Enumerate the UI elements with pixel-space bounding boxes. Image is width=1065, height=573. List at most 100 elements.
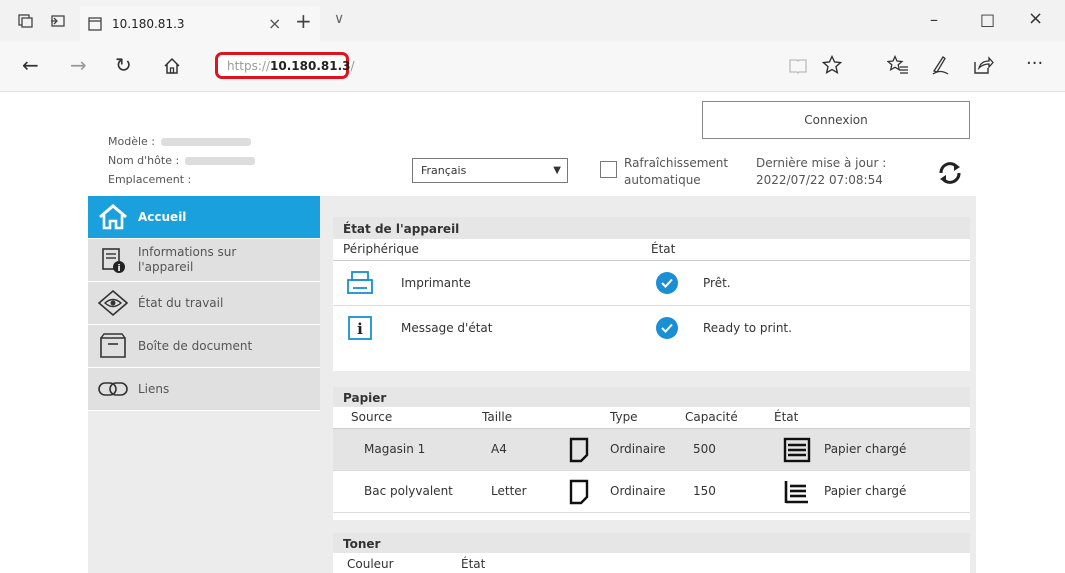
device-row-message: i Message d'état Ready to print. — [333, 306, 970, 351]
login-button[interactable]: Connexion — [702, 101, 970, 139]
hostname-value-redacted — [185, 157, 256, 165]
home-icon — [99, 204, 127, 230]
col-size: Taille — [482, 410, 513, 424]
sidebar-item-device-info[interactable]: i Informations sur l'appareil — [88, 239, 320, 282]
close-window-icon[interactable]: × — [1028, 8, 1043, 29]
paper-size: A4 — [491, 442, 507, 456]
auto-refresh-label-line1: Rafraîchissement — [624, 156, 729, 170]
browser-titlebar: 10.180.81.3 × + ∨ – □ × — [0, 0, 1065, 42]
device-status-header: Périphérique État — [333, 239, 970, 261]
reading-view-icon[interactable] — [788, 56, 808, 76]
info-icon: i — [348, 316, 372, 340]
paper-row-tray1: Magasin 1 A4 Ordinaire 500 Papier chargé — [333, 429, 970, 471]
job-status-eye-icon — [97, 289, 129, 317]
device-status-section: État de l'appareil Périphérique État Imp… — [333, 217, 970, 371]
paper-source: Magasin 1 — [364, 442, 426, 456]
device-status: Ready to print. — [703, 321, 792, 335]
language-value: Français — [421, 164, 467, 177]
home-icon[interactable] — [162, 56, 182, 76]
reload-icon[interactable]: ↻ — [115, 53, 132, 77]
printer-icon — [347, 271, 373, 294]
device-info-icon: i — [102, 248, 125, 274]
url-host: 10.180.81.3 — [270, 59, 351, 73]
document-box-icon — [100, 333, 126, 358]
device-name: Message d'état — [401, 321, 493, 335]
ok-check-icon — [656, 272, 678, 294]
sidebar-item-label: État du travail — [138, 295, 224, 310]
language-select[interactable]: Français ▼ — [412, 158, 568, 183]
paper-level-full-icon — [784, 481, 808, 504]
page-icon — [88, 17, 102, 31]
device-row-printer: Imprimante Prêt. — [333, 261, 970, 306]
tab-close-icon[interactable]: × — [268, 14, 281, 33]
pen-notes-icon[interactable] — [930, 54, 950, 76]
auto-refresh-checkbox[interactable] — [600, 161, 617, 178]
auto-refresh-label-line2: automatique — [624, 173, 701, 187]
hostname-label: Nom d'hôte : — [108, 154, 180, 167]
sidebar-nav: Accueil i Informations sur l'appareil Ét… — [88, 196, 320, 411]
tab-actions-icon[interactable] — [18, 13, 34, 29]
paper-status: Papier chargé — [824, 484, 907, 498]
url-path: / — [350, 59, 355, 73]
url-scheme: https:// — [227, 59, 271, 73]
auto-refresh-label: Rafraîchissement automatique — [624, 155, 728, 189]
forward-icon[interactable]: → — [70, 53, 87, 77]
back-icon[interactable]: ← — [22, 53, 39, 77]
paper-sheet-icon — [569, 437, 589, 463]
device-identity: Modèle : Nom d'hôte : Emplacement : — [108, 132, 256, 189]
link-icon — [98, 382, 128, 396]
new-tab-icon[interactable]: + — [295, 9, 312, 33]
paper-sheet-icon — [569, 479, 589, 505]
tab-title: 10.180.81.3 — [112, 17, 185, 31]
location-label: Emplacement : — [108, 173, 192, 186]
model-value-redacted — [161, 138, 251, 146]
paper-section: Papier Source Taille Type Capacité État … — [333, 387, 970, 520]
paper-row-mp-tray: Bac polyvalent Letter Ordinaire 150 Papi… — [333, 471, 970, 513]
tab-list-icon[interactable]: ∨ — [334, 11, 344, 27]
sidebar-item-job-status[interactable]: État du travail — [88, 282, 320, 325]
favorite-star-icon[interactable] — [822, 55, 842, 75]
col-device: Périphérique — [343, 242, 419, 256]
paper-capacity: 150 — [693, 484, 716, 498]
more-options-icon[interactable]: ··· — [1026, 53, 1043, 74]
address-input[interactable]: https://10.180.81.3/ — [215, 52, 355, 79]
sidebar-item-home[interactable]: Accueil — [88, 196, 320, 239]
sidebar-item-links[interactable]: Liens — [88, 368, 320, 411]
col-source: Source — [351, 410, 393, 424]
minimize-icon[interactable]: – — [930, 10, 938, 29]
model-label: Modèle : — [108, 135, 155, 148]
share-icon[interactable] — [972, 54, 994, 76]
paper-header: Source Taille Type Capacité État — [333, 407, 970, 429]
sidebar-item-document-box[interactable]: Boîte de document — [88, 325, 320, 368]
svg-text:i: i — [117, 264, 120, 274]
col-color: Couleur — [347, 557, 394, 571]
col-paper-status: État — [774, 410, 799, 424]
ok-check-icon — [656, 317, 678, 339]
toner-section: Toner Couleur État — [333, 533, 970, 573]
sidebar-item-label: Boîte de document — [138, 338, 253, 353]
chevron-down-icon: ▼ — [553, 165, 561, 176]
refresh-icon[interactable] — [935, 160, 965, 186]
paper-source: Bac polyvalent — [364, 484, 453, 498]
paper-type: Ordinaire — [610, 442, 666, 456]
sidebar-item-label: Accueil — [138, 209, 187, 224]
address-toolbar: ← → ↻ https://10.180.81.3/ ··· — [0, 42, 1065, 92]
paper-level-full-icon — [783, 437, 811, 463]
maximize-icon[interactable]: □ — [980, 10, 995, 29]
last-update: Dernière mise à jour : 2022/07/22 07:08:… — [756, 155, 886, 189]
sidebar-item-label: Informations sur l'appareil — [138, 245, 237, 274]
device-name: Imprimante — [401, 276, 471, 290]
paper-status: Papier chargé — [824, 442, 907, 456]
device-status: Prêt. — [703, 276, 731, 290]
last-update-label: Dernière mise à jour : — [756, 156, 887, 170]
svg-text:i: i — [357, 320, 363, 338]
browser-tab[interactable]: 10.180.81.3 × — [80, 6, 320, 42]
favorites-list-icon[interactable] — [887, 55, 909, 75]
last-update-value: 2022/07/22 07:08:54 — [756, 173, 883, 187]
device-status-title: État de l'appareil — [333, 217, 970, 239]
set-aside-tabs-icon[interactable] — [50, 13, 66, 29]
paper-capacity: 500 — [693, 442, 716, 456]
col-status: État — [651, 242, 676, 256]
col-type: Type — [610, 410, 638, 424]
col-toner-status: État — [461, 557, 486, 571]
